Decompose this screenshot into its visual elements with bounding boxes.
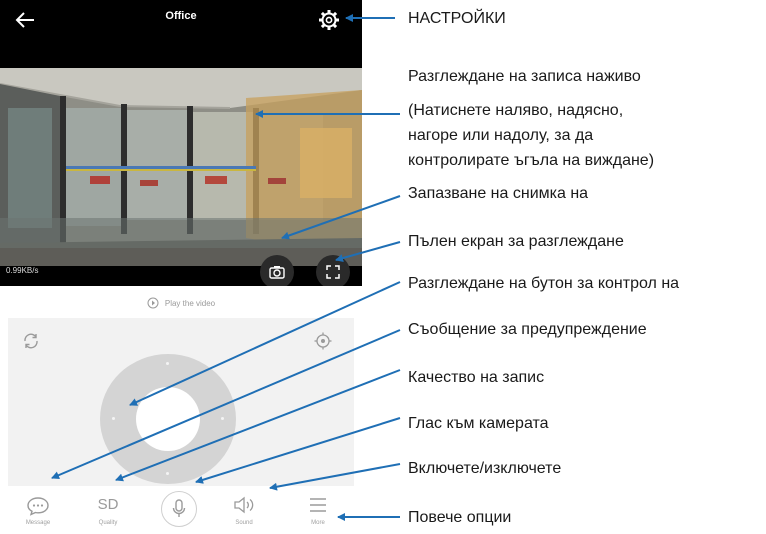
play-video-link[interactable]: Play the video — [0, 294, 362, 312]
annotation-more: Повече опции — [408, 509, 512, 526]
ptz-control-panel — [8, 318, 354, 486]
quality-label: Quality — [98, 520, 118, 526]
annotation-alert: Съобщение за предупреждение — [408, 321, 647, 338]
network-speed: 0.99KB/s — [6, 266, 39, 275]
fullscreen-button[interactable] — [316, 255, 350, 286]
chat-icon — [27, 497, 49, 516]
menu-icon — [310, 498, 326, 512]
sound-button[interactable]: Sound — [214, 486, 274, 534]
ptz-joystick[interactable] — [100, 354, 236, 484]
mic-icon — [172, 499, 186, 517]
ptz-center[interactable] — [136, 387, 200, 451]
top-bar: Office — [0, 0, 362, 40]
rotate-icon[interactable] — [22, 332, 40, 350]
gear-icon[interactable] — [317, 8, 341, 32]
ptz-right-marker — [221, 417, 224, 420]
talk-button[interactable] — [146, 486, 206, 534]
play-video-label: Play the video — [164, 298, 216, 308]
fullscreen-icon — [326, 265, 340, 279]
annotation-live-hint-3: контролирате ъгъла на виждане) — [408, 152, 655, 169]
ptz-up-marker — [166, 362, 169, 365]
phone-screen: Office 0.99KB/s Play the video Message S… — [0, 0, 362, 534]
sound-label: Sound — [235, 520, 253, 526]
annotation-control: Разглеждане на бутон за контрол на — [408, 275, 680, 292]
annotation-sound: Включете/изключете — [408, 460, 562, 477]
target-icon[interactable] — [314, 332, 332, 350]
replay-icon — [147, 297, 159, 309]
annotation-snapshot: Запазване на снимка на — [408, 185, 589, 202]
sound-icon — [234, 496, 254, 514]
more-label: More — [311, 520, 325, 526]
more-button[interactable]: More — [288, 486, 348, 534]
message-label: Message — [25, 520, 51, 526]
annotation-live-hint-1: (Натиснете наляво, надясно, — [408, 102, 624, 119]
annotation-settings: НАСТРОЙКИ — [408, 10, 506, 27]
quality-value: SD — [97, 496, 119, 513]
annotation-live-view: Разглеждане на записа наживо — [408, 68, 641, 85]
page-title: Office — [165, 10, 197, 22]
annotation-fullscreen: Пълен екран за разглеждане — [408, 233, 624, 250]
snapshot-button[interactable] — [260, 255, 294, 286]
annotation-quality: Качество на запис — [408, 369, 545, 386]
ptz-down-marker — [166, 472, 169, 475]
quality-button[interactable]: SD Quality — [78, 486, 138, 534]
message-button[interactable]: Message — [8, 486, 68, 534]
bottom-toolbar: Message SD Quality Sound More — [0, 486, 362, 534]
live-video-view[interactable]: 0.99KB/s — [0, 40, 362, 286]
ptz-left-marker — [112, 417, 115, 420]
annotation-live-hint-2: нагоре или надолу, за да — [408, 127, 594, 144]
camera-feed-image — [0, 68, 362, 266]
mic-circle — [161, 491, 197, 527]
annotation-voice: Глас към камерата — [408, 415, 549, 432]
camera-icon — [269, 266, 285, 279]
